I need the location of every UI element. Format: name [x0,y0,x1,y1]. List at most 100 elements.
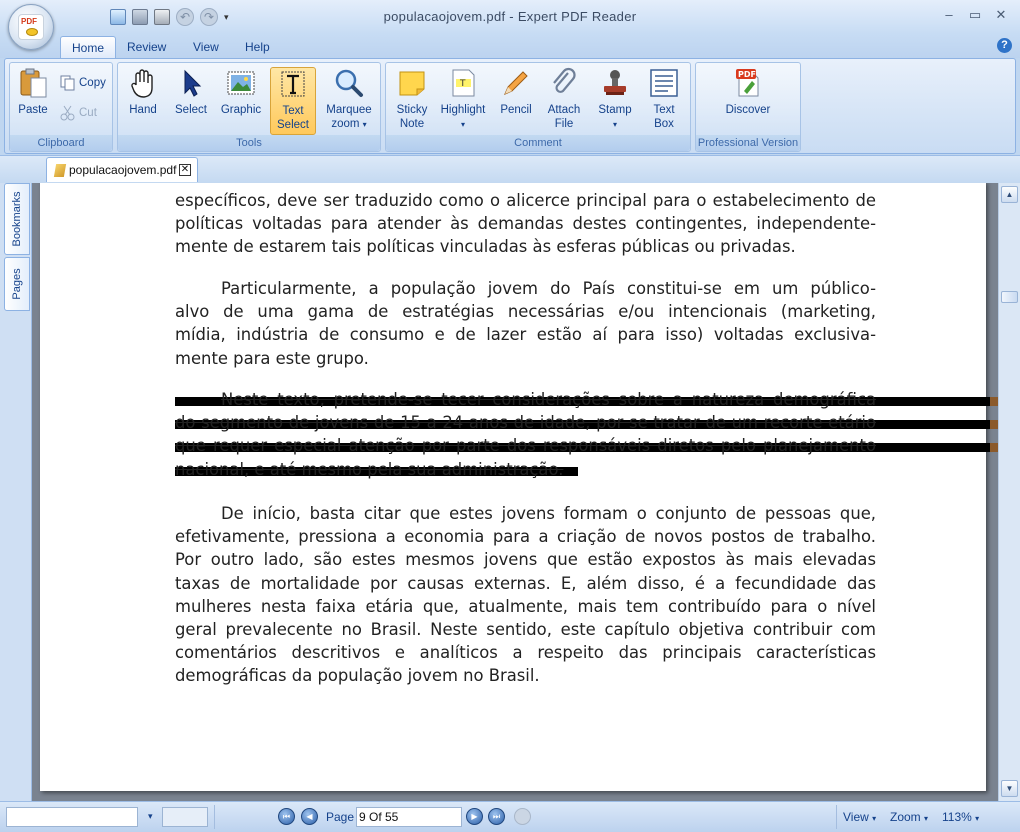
annotation-marker[interactable] [990,420,998,429]
help-icon[interactable]: ? [997,38,1012,53]
comment-group-label: Comment [386,135,690,151]
view-label: View [843,810,869,824]
text-line: alvo de uma gama de estratégias necessár… [175,302,876,322]
sticky-note-icon [396,67,428,99]
zoom-value: 113% [942,810,972,824]
attach-label-1: Attach [547,104,581,116]
first-page-icon[interactable]: ⏮ [278,808,295,825]
text-select-label-2: Select [277,119,309,131]
title-bar: PDF ↶ ↷ ▾ populacaojovem.pdf - Expert PD… [0,0,1020,50]
zoom-level-selector[interactable]: 113% ▾ [942,810,979,824]
stamp-button[interactable]: Stamp ▾ [592,67,638,135]
tab-view[interactable]: View [182,36,230,58]
copy-button[interactable]: Copy [60,73,106,93]
status-field-dropdown-icon[interactable]: ▾ [148,811,153,822]
pages-tab[interactable]: Pages [4,257,30,311]
window-title: populacaojovem.pdf - Expert PDF Reader [383,9,637,24]
copy-icon [60,75,76,91]
document-tab-strip: populacaojovem.pdf ✕ [0,155,1020,183]
highlight-button[interactable]: T Highlight ▾ [438,67,488,135]
side-panel: Bookmarks Pages [0,183,32,801]
discover-button[interactable]: PDF Discover [718,67,778,135]
select-tool-button[interactable]: Select [170,67,212,135]
view-menu-button[interactable]: View ▾ [843,810,876,824]
struck-line: do segmento de jovens de 15 a 24 anos de… [175,411,876,434]
pdf-page: específicos, deve ser traduzido como o a… [40,183,998,791]
comment-group: Sticky Note T Highlight ▾ Pencil Attach Fil… [385,62,691,152]
professional-version-group: PDF Discover Professional Version [695,62,801,152]
text-line: mente de estarem tais políticas vinculad… [175,237,796,257]
refresh-icon[interactable] [514,808,531,825]
struck-line: nacional, e até mesmo pela sua administr… [175,458,876,481]
close-document-tab-button[interactable]: ✕ [179,164,191,176]
text-line: Particularmente, a população jovem do Pa… [221,279,876,298]
hand-icon [127,67,159,99]
scroll-down-icon[interactable]: ▼ [1001,780,1018,797]
text-line: mídia, indústria de consumo e de lazer e… [175,325,876,345]
pencil-button[interactable]: Pencil [494,67,538,135]
text-line: mente para este grupo. [175,348,369,368]
scroll-up-icon[interactable]: ▲ [1001,186,1018,203]
text-box-button[interactable]: Text Box [642,67,686,135]
paste-label: Paste [18,104,48,116]
scroll-thumb[interactable] [1001,291,1018,303]
maximize-button[interactable]: ▭ [964,6,986,24]
stamp-label: Stamp [598,104,632,116]
pencil-icon [500,67,532,99]
vertical-scrollbar[interactable]: ▲ ▼ [998,183,1020,801]
document-tab[interactable]: populacaojovem.pdf ✕ [46,157,198,182]
paste-button[interactable]: Paste [14,67,52,135]
stamp-icon [599,67,631,99]
status-field[interactable] [6,807,138,827]
document-view: específicos, deve ser traduzido como o a… [32,183,998,801]
next-page-icon[interactable]: ▶ [466,808,483,825]
orb-label: PDF [21,17,37,26]
text-line: taxas de mortalidade por causas externas… [175,573,876,593]
text-line: demográficas da população jovem no Brasi… [175,666,540,686]
text-select-tool-button[interactable]: Text Select [270,67,316,135]
cut-button[interactable]: Cut [60,103,97,123]
text-line: efetivamente, pressiona a economia para … [175,527,876,547]
cursor-arrow-icon [175,67,207,99]
ribbon-tabs: Home Review View Help [0,34,1020,58]
marquee-zoom-button[interactable]: Marquee zoom ▾ [322,67,376,135]
clipboard-group: Paste Copy Cut Clipboard [9,62,113,152]
struck-line: que requer especial atenção por parte do… [175,434,876,457]
paragraph-2-struck[interactable]: Neste texto, pretende-se tecer considera… [175,388,876,481]
page-label: Page [326,810,355,824]
paragraph-0[interactable]: específicos, deve ser traduzido como o a… [175,189,876,259]
horizontal-scroll-mini[interactable] [162,807,208,827]
scissors-icon [60,105,76,121]
tab-review[interactable]: Review [116,36,177,58]
graphic-tool-button[interactable]: Graphic [218,67,264,135]
annotation-marker[interactable] [990,443,998,452]
magnifier-icon [333,67,365,99]
attach-file-button[interactable]: Attach File [542,67,586,135]
tab-help[interactable]: Help [234,36,281,58]
minimize-button[interactable]: – [938,6,960,24]
last-page-icon[interactable]: ⏭ [488,808,505,825]
paragraph-1[interactable]: Particularmente, a população jovem do Pa… [175,277,876,370]
marquee-label-1: Marquee [326,104,372,116]
bookmarks-tab[interactable]: Bookmarks [4,183,30,255]
paragraph-3[interactable]: De início, basta citar que estes jovens … [175,502,876,688]
sticky-note-button[interactable]: Sticky Note [390,67,434,135]
annotation-marker[interactable] [990,397,998,406]
discover-label: Discover [725,104,771,116]
text-line: comentários descritivos e analíticos a r… [175,643,876,663]
page-number-input[interactable] [356,807,462,827]
pdf-badge-text: PDF [738,70,756,79]
text-select-label-1: Text [282,105,304,117]
zoom-menu-button[interactable]: Zoom ▾ [890,810,928,824]
struck-line-text: que requer especial atenção por parte do… [175,436,876,456]
separator [836,805,837,829]
hand-tool-button[interactable]: Hand [122,67,164,135]
close-button[interactable]: ✕ [990,6,1012,24]
image-icon [225,67,257,99]
app-menu-button[interactable]: PDF [8,4,54,50]
tab-home[interactable]: Home [60,36,117,58]
clipboard-group-label: Clipboard [10,135,112,151]
text-line: Por outro lado, são estes mesmos jovens … [175,550,876,570]
previous-page-icon[interactable]: ◀ [301,808,318,825]
document-tab-label: populacaojovem.pdf [69,163,177,177]
